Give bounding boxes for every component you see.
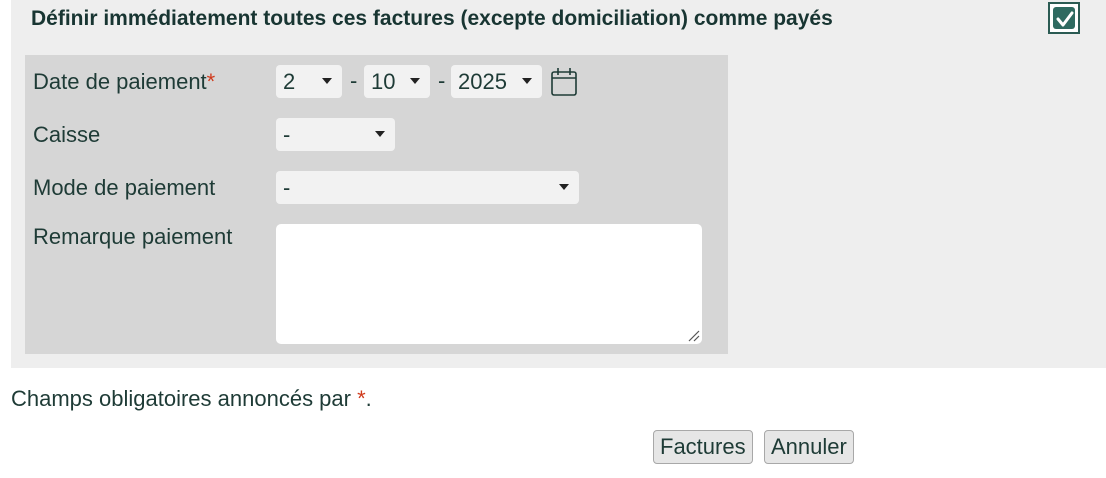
chevron-down-icon bbox=[375, 131, 385, 137]
chevron-down-icon bbox=[522, 78, 532, 84]
month-select[interactable]: 10 bbox=[364, 65, 430, 98]
payment-panel: Définir immédiatement toutes ces facture… bbox=[11, 0, 1106, 368]
month-value: 10 bbox=[371, 69, 396, 94]
caisse-select[interactable]: - bbox=[276, 118, 395, 151]
checkmark-icon bbox=[1056, 11, 1074, 27]
date-label: Date de paiement* bbox=[33, 69, 215, 95]
day-select[interactable]: 2 bbox=[276, 65, 342, 98]
remark-label: Remarque paiement bbox=[33, 224, 233, 249]
note-end: . bbox=[365, 386, 372, 411]
factures-button[interactable]: Factures bbox=[653, 430, 753, 464]
mode-select[interactable]: - bbox=[276, 171, 579, 204]
required-marker: * bbox=[206, 69, 216, 94]
caisse-value: - bbox=[283, 122, 291, 147]
note-text: Champs obligatoires annoncés par bbox=[11, 386, 358, 411]
year-value: 2025 bbox=[458, 69, 507, 94]
calendar-icon[interactable] bbox=[550, 67, 578, 97]
date-separator: - bbox=[350, 68, 358, 93]
mode-label: Mode de paiement bbox=[33, 175, 216, 200]
chevron-down-icon bbox=[322, 78, 332, 84]
date-label-text: Date de paiement bbox=[33, 69, 207, 94]
mode-value: - bbox=[283, 175, 291, 200]
mark-paid-checkbox[interactable] bbox=[1048, 2, 1080, 34]
note-required-marker: * bbox=[357, 386, 366, 411]
chevron-down-icon bbox=[559, 184, 569, 190]
chevron-down-icon bbox=[410, 78, 420, 84]
payment-form: Date de paiement* 2 - 10 - 2025 Caisse - bbox=[25, 55, 728, 354]
remark-textarea[interactable] bbox=[276, 224, 702, 344]
required-fields-note: Champs obligatoires annoncés par *. bbox=[11, 386, 372, 412]
caisse-label: Caisse bbox=[33, 122, 101, 147]
cancel-button[interactable]: Annuler bbox=[764, 430, 854, 464]
year-select[interactable]: 2025 bbox=[451, 65, 542, 98]
date-separator: - bbox=[438, 68, 446, 93]
day-value: 2 bbox=[283, 69, 296, 94]
resize-grip-icon[interactable] bbox=[688, 330, 700, 342]
mark-paid-heading: Définir immédiatement toutes ces facture… bbox=[31, 7, 833, 30]
